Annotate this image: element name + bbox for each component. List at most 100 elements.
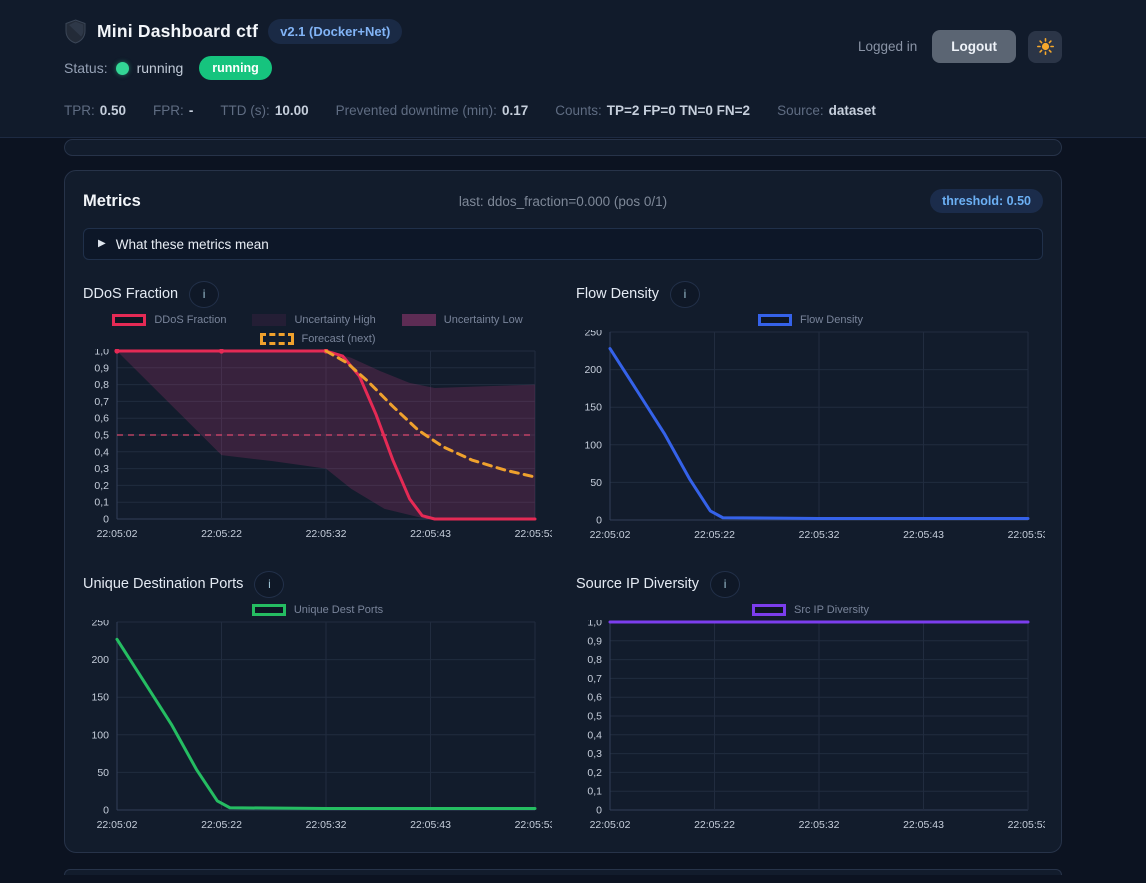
svg-text:22:05:32: 22:05:32 (799, 819, 840, 831)
metrics-explainer-toggle[interactable]: ▶ What these metrics mean (83, 228, 1043, 260)
info-button[interactable]: i (189, 281, 219, 308)
stat-label: Counts: (555, 103, 602, 118)
info-button[interactable]: i (670, 281, 700, 308)
logged-in-label: Logged in (858, 39, 917, 54)
svg-text:0,8: 0,8 (587, 654, 602, 666)
version-badge: v2.1 (Docker+Net) (268, 19, 402, 44)
chart-plot: 25020015010050022:05:0222:05:2222:05:322… (83, 620, 552, 836)
caret-right-icon: ▶ (98, 239, 106, 249)
chart-legend: Src IP Diversity (576, 604, 1045, 616)
legend-swatch (252, 604, 286, 616)
header-top: Mini Dashboard ctf v2.1 (Docker+Net) Sta… (64, 16, 1062, 80)
chart-flow-density: Flow Density i Flow Density 250200150100… (576, 280, 1045, 546)
metrics-panel: Metrics last: ddos_fraction=0.000 (pos 0… (64, 170, 1062, 853)
svg-text:0,5: 0,5 (587, 711, 602, 723)
legend-item[interactable]: Uncertainty Low (402, 314, 523, 326)
legend-item[interactable]: Src IP Diversity (752, 604, 869, 616)
svg-text:0,9: 0,9 (94, 362, 109, 374)
svg-text:0,4: 0,4 (587, 729, 602, 741)
svg-text:22:05:32: 22:05:32 (306, 819, 347, 831)
chart-source-ip-diversity: Source IP Diversity i Src IP Diversity 1… (576, 570, 1045, 836)
svg-text:0,2: 0,2 (94, 480, 109, 492)
svg-text:250: 250 (584, 330, 602, 339)
chart-title: DDoS Fraction (83, 286, 178, 302)
svg-text:50: 50 (97, 767, 109, 779)
svg-text:250: 250 (91, 620, 109, 629)
chart-plot: 1,00,90,80,70,60,50,40,30,20,1022:05:022… (83, 349, 552, 545)
svg-text:22:05:02: 22:05:02 (590, 819, 631, 831)
stat-item: Source: dataset (777, 103, 876, 118)
page-title: Mini Dashboard ctf (97, 21, 258, 42)
legend-label: DDoS Fraction (154, 314, 226, 326)
status-dot-icon (116, 62, 129, 75)
svg-text:22:05:22: 22:05:22 (694, 529, 735, 541)
legend-label: Uncertainty High (294, 314, 375, 326)
chart-ddos-fraction: DDoS Fraction i DDoS Fraction Uncertainty… (83, 280, 552, 546)
svg-text:0,5: 0,5 (94, 430, 109, 442)
legend-swatch (112, 314, 146, 326)
metrics-panel-header: Metrics last: ddos_fraction=0.000 (pos 0… (83, 187, 1043, 215)
legend-item[interactable]: DDoS Fraction (112, 314, 226, 326)
legend-swatch (758, 314, 792, 326)
svg-text:200: 200 (584, 364, 602, 376)
svg-text:0: 0 (596, 805, 602, 817)
stat-value: dataset (829, 103, 876, 118)
legend-item[interactable]: Uncertainty High (252, 314, 375, 326)
legend-label: Flow Density (800, 314, 863, 326)
header-left: Mini Dashboard ctf v2.1 (Docker+Net) Sta… (64, 16, 402, 80)
svg-text:1,0: 1,0 (587, 620, 602, 629)
svg-text:1,0: 1,0 (94, 349, 109, 358)
svg-text:0,8: 0,8 (94, 379, 109, 391)
svg-text:22:05:43: 22:05:43 (410, 819, 451, 831)
stat-value: TP=2 FP=0 TN=0 FN=2 (607, 103, 750, 118)
svg-text:22:05:53: 22:05:53 (515, 528, 552, 540)
svg-text:0,7: 0,7 (94, 396, 109, 408)
svg-text:0,7: 0,7 (587, 673, 602, 685)
legend-label: Src IP Diversity (794, 604, 869, 616)
stat-value: 0.50 (100, 103, 126, 118)
theme-toggle-button[interactable] (1028, 31, 1062, 63)
svg-text:0,1: 0,1 (94, 497, 109, 509)
threshold-badge: threshold: 0.50 (930, 189, 1043, 213)
chart-title: Source IP Diversity (576, 576, 699, 592)
info-button[interactable]: i (254, 571, 284, 598)
svg-text:22:05:22: 22:05:22 (201, 528, 242, 540)
sun-icon (1037, 38, 1054, 55)
svg-text:22:05:53: 22:05:53 (1008, 819, 1045, 831)
legend-item[interactable]: Unique Dest Ports (252, 604, 383, 616)
stat-label: Source: (777, 103, 824, 118)
logout-button[interactable]: Logout (932, 30, 1016, 63)
legend-swatch (252, 314, 286, 326)
svg-text:150: 150 (91, 692, 109, 704)
svg-text:0,9: 0,9 (587, 635, 602, 647)
stat-label: Prevented downtime (min): (336, 103, 497, 118)
chart-plot: 25020015010050022:05:0222:05:2222:05:322… (576, 330, 1045, 546)
svg-text:0,6: 0,6 (94, 413, 109, 425)
status-badge: running (199, 56, 272, 80)
legend-item[interactable]: Forecast (next) (260, 333, 376, 345)
chart-legend: Flow Density (576, 314, 1045, 326)
stat-label: TPR: (64, 103, 95, 118)
stat-item: Prevented downtime (min):0.17 (336, 103, 529, 118)
info-button[interactable]: i (710, 571, 740, 598)
svg-text:200: 200 (91, 654, 109, 666)
svg-text:0,2: 0,2 (587, 767, 602, 779)
legend-label: Unique Dest Ports (294, 604, 383, 616)
svg-text:0: 0 (596, 515, 602, 527)
svg-text:22:05:02: 22:05:02 (97, 528, 138, 540)
svg-text:0: 0 (103, 514, 109, 526)
legend-item[interactable]: Flow Density (758, 314, 863, 326)
svg-text:22:05:02: 22:05:02 (590, 529, 631, 541)
shield-icon (64, 19, 87, 44)
svg-text:150: 150 (584, 402, 602, 414)
stat-item: TTD (s):10.00 (220, 103, 308, 118)
legend-swatch (402, 314, 436, 326)
legend-label: Forecast (next) (302, 333, 376, 345)
stats-row: TPR:0.50FPR:-TTD (s):10.00Prevented down… (64, 103, 1062, 118)
stat-item: Counts: TP=2 FP=0 TN=0 FN=2 (555, 103, 750, 118)
svg-text:0,4: 0,4 (94, 446, 109, 458)
stat-item: TPR: 0.50 (64, 103, 126, 118)
stat-value: 10.00 (275, 103, 309, 118)
panel-title: Metrics (83, 192, 323, 211)
svg-text:22:05:22: 22:05:22 (694, 819, 735, 831)
